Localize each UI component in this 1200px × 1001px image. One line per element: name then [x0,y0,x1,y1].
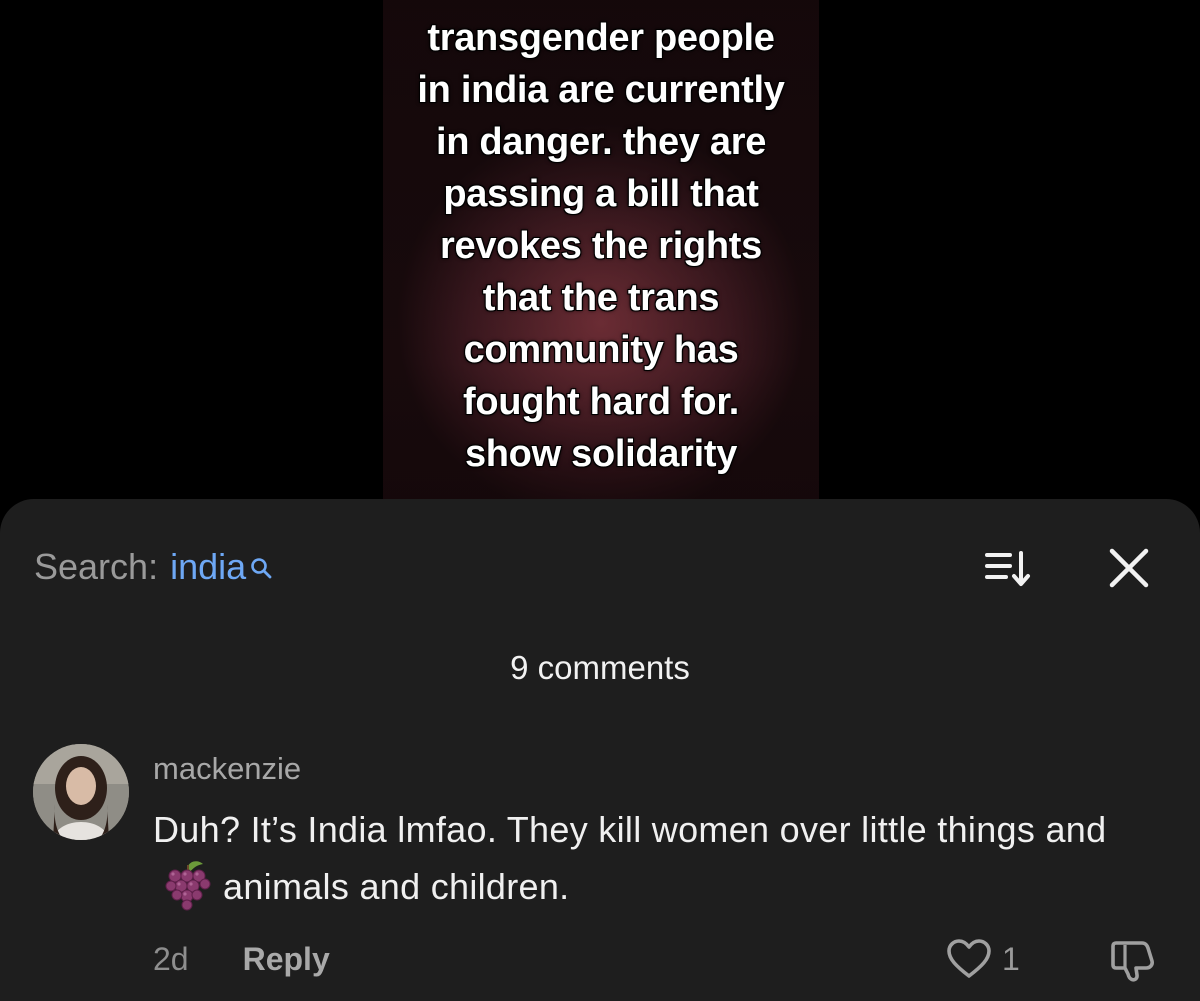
video-caption: transgender people in india are currentl… [417,17,785,475]
search-header: Search: india [34,545,273,589]
comment-meta: 2d Reply [153,941,330,978]
thumbs-down-icon [1111,941,1154,982]
reply-button[interactable]: Reply [243,941,330,978]
close-icon [1109,548,1149,588]
close-button[interactable] [1106,545,1152,591]
comments-sheet: Search: india 9 comments mackenzie Duh? … [0,499,1200,1001]
dislike-button[interactable] [1108,937,1158,983]
comment-time: 2d [153,941,189,977]
comment-text-part2: animals and children. [223,866,570,907]
video-background: transgender people in india are currentl… [0,0,1200,520]
search-icon [249,547,273,579]
sort-button[interactable] [984,549,1032,589]
search-query[interactable]: india [170,546,246,588]
like-count: 1 [1002,941,1020,977]
comment-count: 9 comments [510,649,690,686]
grapes-icon [161,858,215,912]
like-button[interactable] [946,938,992,980]
video-frame[interactable]: transgender people in india are currentl… [383,0,819,520]
comment-author[interactable]: mackenzie [153,751,301,787]
comment-text-part1: Duh? It’s India lmfao. They kill women o… [153,809,1107,850]
comment-text: Duh? It’s India lmfao. They kill women o… [153,801,1133,915]
heart-icon [947,939,991,978]
avatar[interactable] [33,744,129,840]
sort-icon [985,551,1030,586]
search-label: Search: [34,546,159,587]
comment-item: mackenzie Duh? It’s India lmfao. They ki… [0,739,1200,1001]
